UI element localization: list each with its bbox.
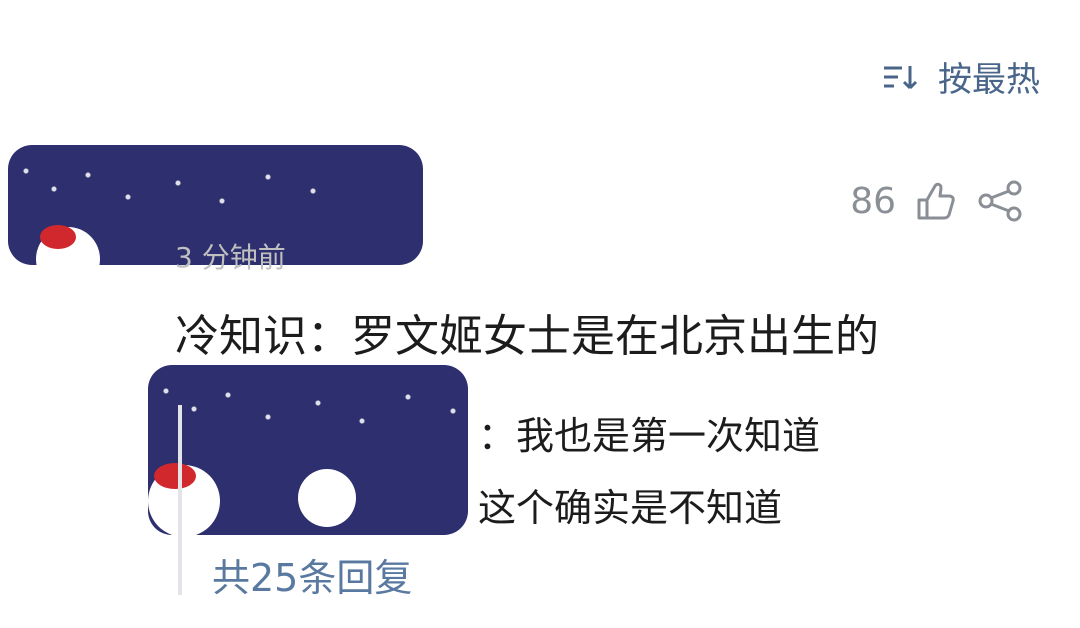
reply-item[interactable]: ：我也是第一次知道 — [478, 405, 820, 460]
reply-section: ：我也是第一次知道 这个确实是不知道 共25条回复 — [178, 405, 1038, 600]
comment-text: 冷知识：罗文姬女士是在北京出生的 — [175, 311, 879, 362]
comment-time: 3 分钟前 — [175, 241, 286, 274]
sort-icon — [884, 65, 918, 89]
reply-item[interactable]: 这个确实是不知道 — [478, 477, 782, 532]
sort-label: 按最热 — [938, 60, 1040, 100]
reply-text: 这个确实是不知道 — [478, 486, 783, 530]
thumbs-up-icon[interactable] — [912, 180, 956, 222]
like-count: 86 — [850, 180, 896, 222]
reply-text: ：我也是第一次知道 — [478, 414, 821, 458]
reply-divider — [178, 405, 182, 595]
comment-actions: 86 — [850, 180, 1028, 222]
reply-count-link[interactable]: 共25条回复 — [212, 547, 412, 602]
share-icon[interactable] — [974, 180, 1028, 222]
sort-control[interactable]: 按最热 — [880, 52, 1040, 101]
